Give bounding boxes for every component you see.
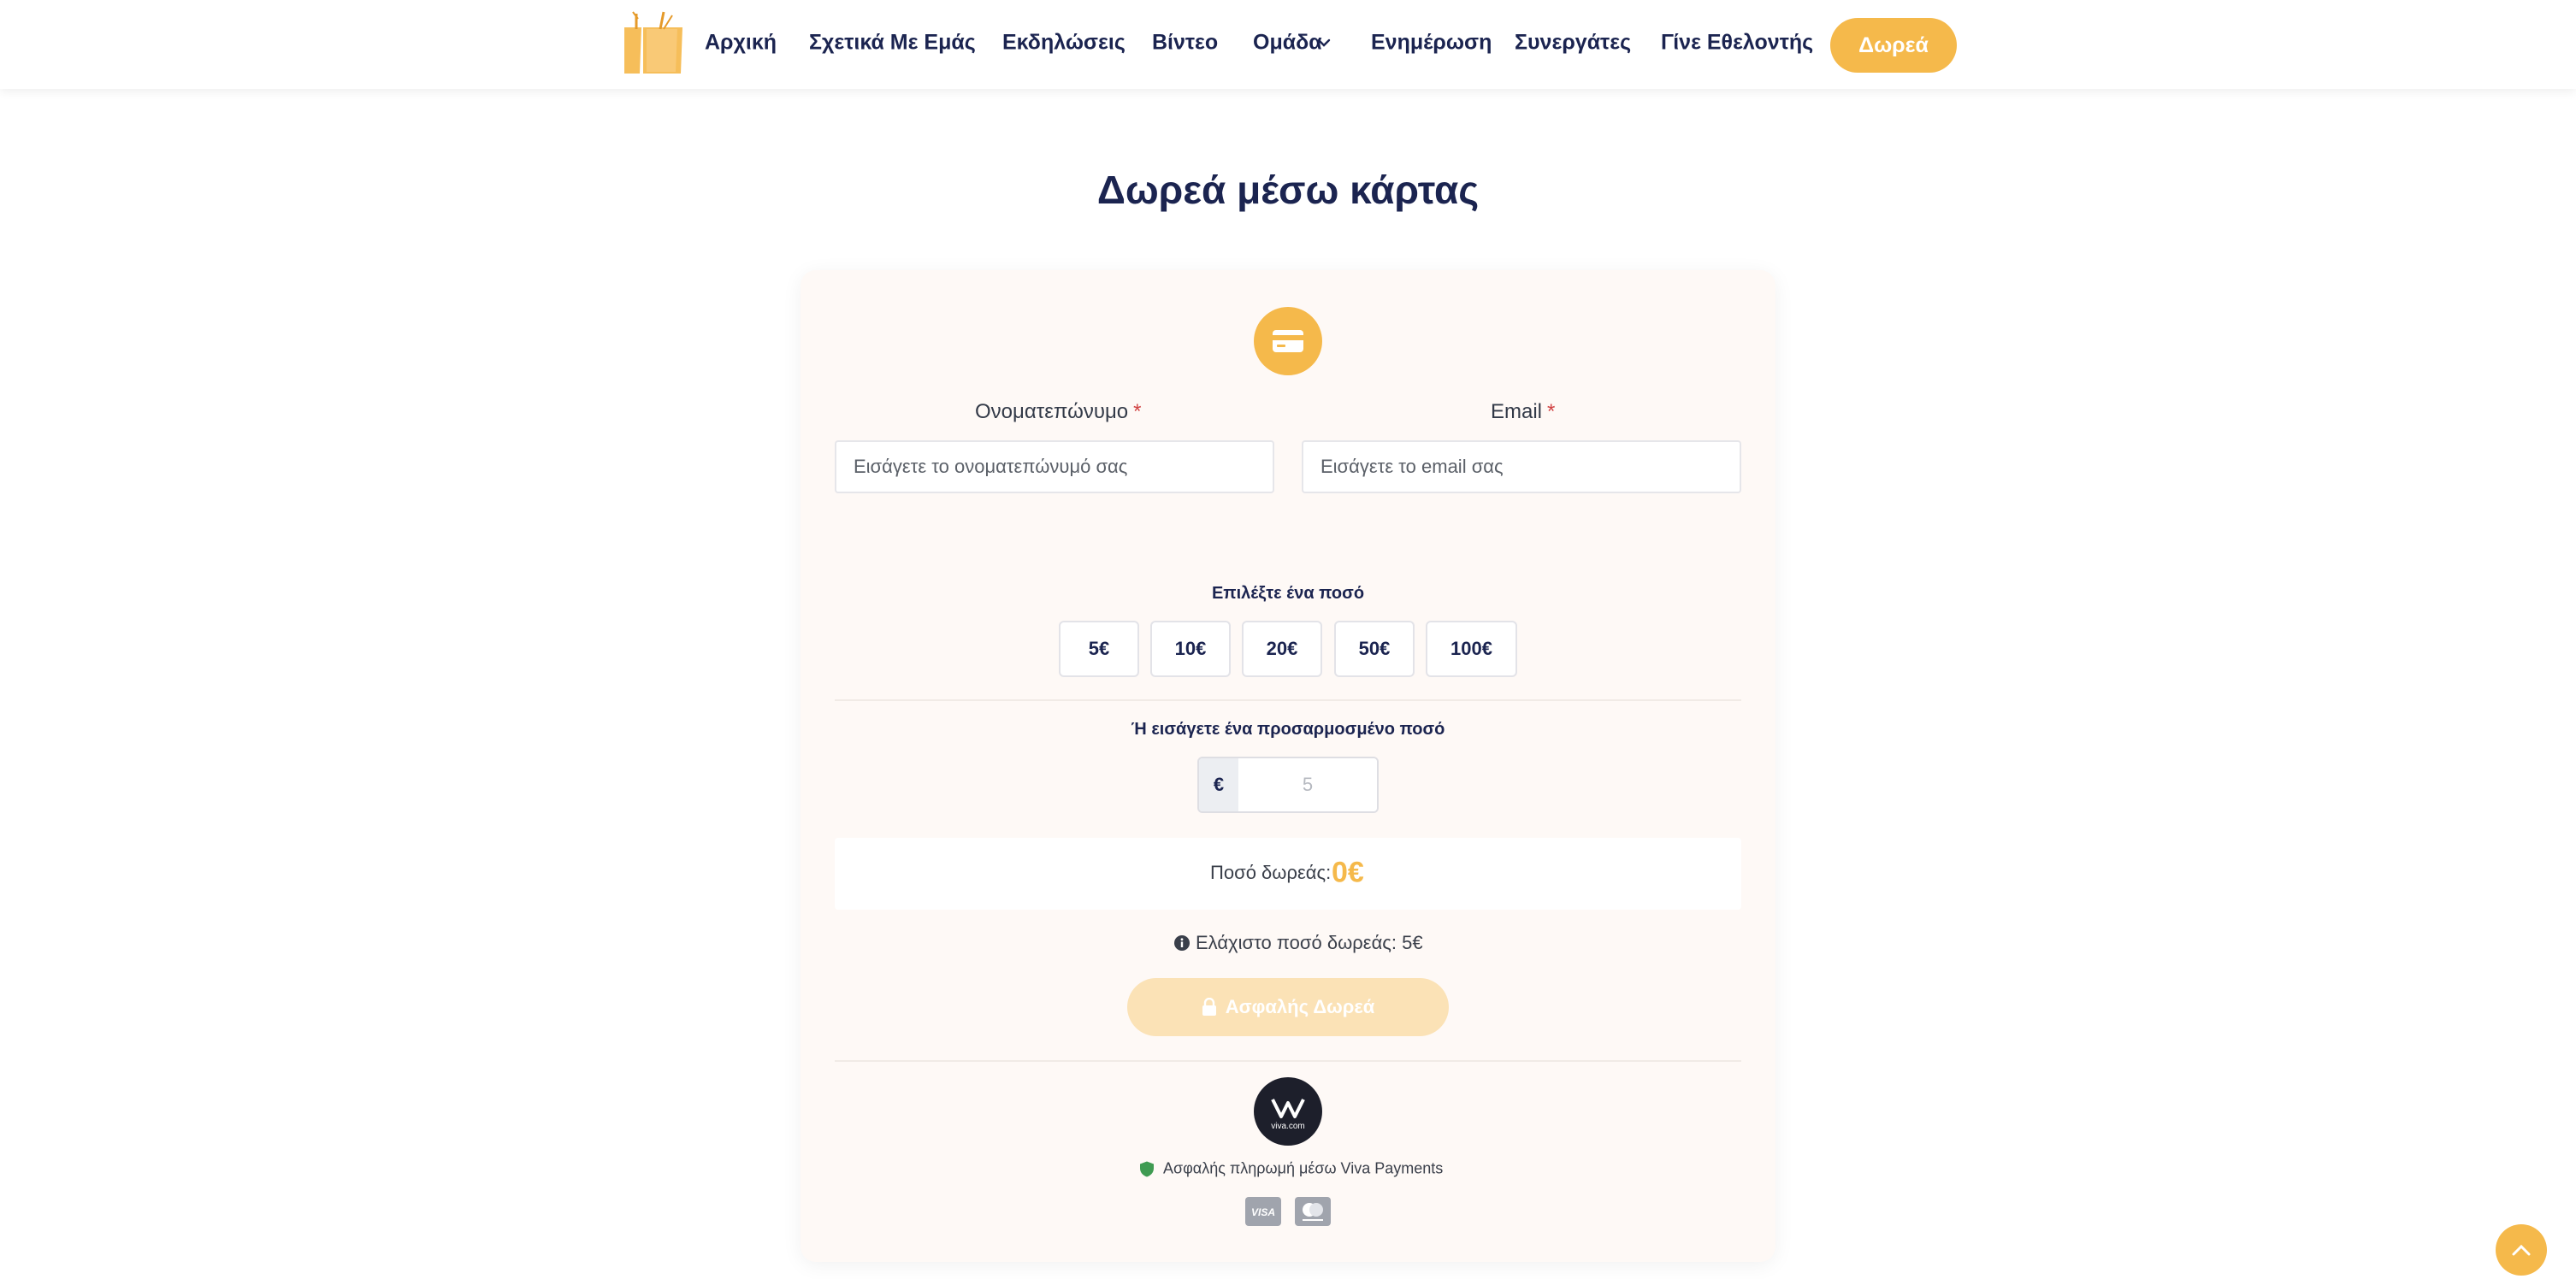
back-to-top-button[interactable] — [2496, 1224, 2547, 1276]
nav-videos[interactable]: Βίντεο — [1152, 31, 1218, 56]
secure-payment-text: Ασφαλής πληρωμή μέσω Viva Payments — [1163, 1159, 1444, 1177]
email-label-text: Email — [1491, 400, 1543, 423]
divider — [835, 699, 1741, 701]
mastercard-icon — [1295, 1197, 1331, 1226]
shield-icon — [1140, 1161, 1154, 1176]
email-input[interactable] — [1302, 440, 1741, 493]
secure-donate-label: Ασφαλής Δωρεά — [1225, 996, 1375, 1017]
chevron-up-icon — [2512, 1244, 2531, 1256]
nav-events[interactable]: Εκδηλώσεις — [1002, 31, 1126, 56]
visa-icon: VISA — [1245, 1197, 1281, 1226]
email-field-label: Email * — [1491, 400, 1555, 424]
nav-news[interactable]: Ενημέρωση — [1371, 31, 1492, 56]
amount-option-100[interactable]: 100€ — [1426, 621, 1517, 677]
nav-partners[interactable]: Συνεργάτες — [1515, 31, 1631, 56]
amount-option-20[interactable]: 20€ — [1242, 621, 1322, 677]
chevron-down-icon[interactable] — [1317, 38, 1331, 48]
lock-icon — [1202, 998, 1216, 1016]
preset-amounts-label: Επιλέξτε ένα ποσό — [1211, 584, 1365, 603]
secure-payment-note: Ασφαλής πληρωμή μέσω Viva Payments — [1139, 1160, 1443, 1178]
page-title: Δωρεά μέσω κάρτας — [1096, 168, 1480, 212]
svg-text:VISA: VISA — [1251, 1206, 1275, 1218]
team-logo-icon[interactable] — [621, 10, 686, 75]
minimum-amount-text: Ελάχιστο ποσό δωρεάς: 5€ — [1196, 932, 1423, 953]
required-mark: * — [1133, 400, 1142, 423]
amount-option-50[interactable]: 50€ — [1334, 621, 1415, 677]
nav-about[interactable]: Σχετικά Με Εμάς — [809, 31, 976, 56]
name-field-label: Ονοματεπώνυμο * — [975, 400, 1142, 424]
nav-volunteer[interactable]: Γίνε Εθελοντής — [1661, 31, 1813, 56]
minimum-amount-note: Ελάχιστο ποσό δωρεάς: 5€ — [1173, 932, 1423, 954]
custom-amount-input[interactable] — [1238, 758, 1377, 811]
donation-total-value: 0€ — [1332, 856, 1364, 889]
required-mark: * — [1547, 400, 1556, 423]
viva-logo: viva.com — [1254, 1077, 1322, 1146]
info-icon — [1174, 935, 1190, 951]
card-header-badge — [1254, 307, 1322, 375]
amount-option-5[interactable]: 5€ — [1059, 621, 1139, 677]
name-label-text: Ονοματεπώνυμο — [975, 400, 1129, 423]
site-header: Αρχική Σχετικά Με Εμάς Εκδηλώσεις Βίντεο… — [0, 0, 2576, 89]
custom-amount-group: € — [1197, 757, 1379, 813]
amount-option-10[interactable]: 10€ — [1150, 621, 1231, 677]
nav-home[interactable]: Αρχική — [705, 31, 777, 56]
donation-total-label: Ποσό δωρεάς: — [1210, 862, 1332, 883]
custom-amount-label: Ή εισάγετε ένα προσαρμοσμένο ποσό — [1131, 720, 1445, 739]
viva-logo-text: viva.com — [1271, 1122, 1305, 1131]
currency-addon: € — [1199, 758, 1238, 811]
header-donate-button[interactable]: Δωρεά — [1830, 18, 1957, 73]
nav-team[interactable]: Ομάδα — [1253, 31, 1322, 56]
divider — [835, 1060, 1741, 1062]
secure-donate-button[interactable]: Ασφαλής Δωρεά — [1127, 978, 1449, 1036]
name-input[interactable] — [835, 440, 1274, 493]
viva-mark-icon — [1271, 1099, 1305, 1118]
credit-card-icon — [1273, 330, 1303, 352]
